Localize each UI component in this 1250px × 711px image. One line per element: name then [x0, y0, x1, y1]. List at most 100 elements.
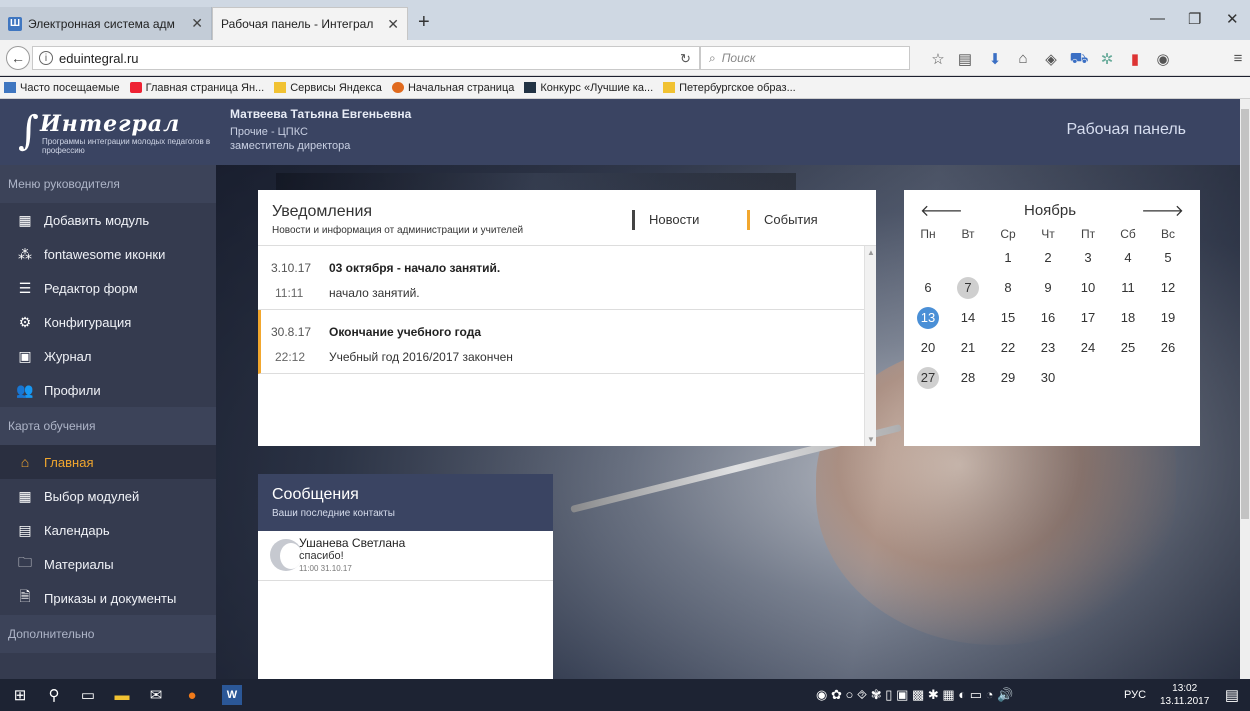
- reload-icon[interactable]: ↻: [680, 51, 691, 67]
- calendar-day[interactable]: 28: [954, 366, 982, 390]
- notification-title: Окончание учебного года: [329, 325, 481, 339]
- sidebar-item[interactable]: ☰ Редактор форм: [0, 271, 216, 305]
- calendar-day[interactable]: 23: [1034, 336, 1062, 360]
- minimize-window-icon[interactable]: —: [1150, 10, 1165, 27]
- address-bar[interactable]: i eduintegral.ru: [32, 46, 700, 70]
- restore-window-icon[interactable]: ❐: [1188, 10, 1201, 28]
- calendar-day[interactable]: 10: [1074, 276, 1102, 300]
- site-info-icon[interactable]: i: [39, 51, 53, 65]
- back-button[interactable]: ←: [6, 46, 30, 70]
- extension-icon[interactable]: ✲: [1097, 50, 1117, 68]
- flag-extension-icon[interactable]: ▮: [1125, 50, 1145, 68]
- scroll-up-icon[interactable]: ▲: [867, 248, 875, 257]
- mail-icon[interactable]: ✉: [146, 685, 166, 705]
- sidebar-item[interactable]: ⌂ Главная: [0, 445, 216, 479]
- sidebar-item[interactable]: 🗎 Приказы и документы: [0, 581, 216, 615]
- calendar-day[interactable]: 6: [914, 276, 942, 300]
- bookmark-star-icon[interactable]: ☆: [928, 50, 948, 68]
- sidebar-item-label: Редактор форм: [44, 280, 138, 296]
- logo-subtitle: Программы интеграции молодых педагогов в…: [42, 137, 211, 155]
- blue-bookmark-icon: [4, 82, 16, 93]
- next-month-arrow-icon[interactable]: 🡒: [1141, 200, 1184, 221]
- calendar-day[interactable]: 21: [954, 336, 982, 360]
- browser-nav-bar: ← i eduintegral.ru ↻ ⌕ Поиск ☆ ▤ ⬇ ⌂ ◈ ⛟…: [0, 40, 1250, 76]
- bookmark-yandex-services[interactable]: Сервисы Яндекса: [274, 82, 382, 94]
- sidebar-item[interactable]: ⚙ Конфигурация: [0, 305, 216, 339]
- calendar-day[interactable]: 4: [1114, 246, 1142, 270]
- firefox-icon[interactable]: ●: [182, 685, 202, 705]
- sidebar-item[interactable]: 👥 Профили: [0, 373, 216, 407]
- sidebar-item[interactable]: ▣ Журнал: [0, 339, 216, 373]
- calendar-day[interactable]: 12: [1154, 276, 1182, 300]
- bookmark-yandex-home[interactable]: Главная страница Ян...: [129, 82, 264, 94]
- tab-events[interactable]: События: [747, 210, 818, 230]
- tab-news[interactable]: Новости: [632, 210, 699, 230]
- downloads-icon[interactable]: ⬇: [985, 50, 1005, 68]
- calendar-day[interactable]: 26: [1154, 336, 1182, 360]
- bookmarks-library-icon[interactable]: ▤: [955, 50, 975, 68]
- windows-start-icon[interactable]: ⊞: [10, 685, 30, 705]
- message-contact-item[interactable]: Ушанева Светлана спасибо! 11:00 31.10.17: [258, 531, 553, 581]
- sidebar-item[interactable]: ▦ Выбор модулей: [0, 479, 216, 513]
- page-scrollbar-thumb[interactable]: [1241, 109, 1249, 519]
- language-indicator[interactable]: РУС: [1124, 689, 1146, 701]
- browser-search-input[interactable]: ⌕ Поиск: [700, 46, 910, 70]
- notification-item[interactable]: 30.8.17 Окончание учебного года 22:12 Уч…: [258, 310, 876, 374]
- calendar-day[interactable]: 9: [1034, 276, 1062, 300]
- bookmark-start-page[interactable]: Начальная страница: [391, 82, 514, 94]
- hamburger-menu-icon[interactable]: ≡: [1228, 50, 1248, 67]
- calendar-day[interactable]: 25: [1114, 336, 1142, 360]
- calendar-day[interactable]: 2: [1034, 246, 1062, 270]
- calendar-day[interactable]: 30: [1034, 366, 1062, 390]
- sidebar-item[interactable]: ▤ Календарь: [0, 513, 216, 547]
- calendar-day[interactable]: 3: [1074, 246, 1102, 270]
- word-icon[interactable]: W: [222, 685, 242, 705]
- calendar-day[interactable]: 8: [994, 276, 1022, 300]
- calendar-day[interactable]: 24: [1074, 336, 1102, 360]
- calendar-day[interactable]: 27: [914, 366, 942, 390]
- tray-icons[interactable]: ◉ ✿ ○ ⯑ ✾ ▯ ▣ ▩ ✱ ▦ ◐ ▭ ◔ 🔊: [816, 687, 1013, 703]
- bookmark-spb-education[interactable]: Петербургское образ...: [663, 82, 796, 94]
- close-window-icon[interactable]: ✕: [1226, 10, 1239, 28]
- bookmark-frequent[interactable]: Часто посещаемые: [4, 82, 120, 94]
- settings-extension-icon[interactable]: ◉: [1153, 50, 1173, 68]
- search-icon[interactable]: ⚲: [44, 685, 64, 705]
- sidebar-item[interactable]: 🗀 Материалы: [0, 547, 216, 581]
- taskbar-clock[interactable]: 13:02 13.11.2017: [1160, 682, 1209, 708]
- notification-item[interactable]: 3.10.17 03 октября - начало занятий. 11:…: [258, 246, 876, 310]
- calendar-day[interactable]: 15: [994, 306, 1022, 330]
- page-scrollbar[interactable]: [1240, 99, 1250, 679]
- sidebar-item[interactable]: ⁂ fontawesome иконки: [0, 237, 216, 271]
- prev-month-arrow-icon[interactable]: 🡐: [920, 200, 963, 221]
- pocket-icon[interactable]: ◈: [1041, 50, 1061, 68]
- browser-tab-dashboard[interactable]: Рабочая панель - Интеграл ✕: [212, 7, 408, 40]
- file-explorer-icon[interactable]: ▬: [112, 685, 132, 705]
- tab-close-icon[interactable]: ✕: [379, 16, 399, 33]
- calendar-day-number: 26: [1160, 340, 1176, 355]
- browser-tab-admin[interactable]: Ш Электронная система адм ✕: [0, 7, 212, 40]
- calendar-day[interactable]: 1: [994, 246, 1022, 270]
- cart-extension-icon[interactable]: ⛟: [1069, 50, 1089, 69]
- calendar-day[interactable]: 19: [1154, 306, 1182, 330]
- calendar-day[interactable]: 14: [954, 306, 982, 330]
- calendar-day[interactable]: 7: [954, 276, 982, 300]
- calendar-day[interactable]: 16: [1034, 306, 1062, 330]
- calendar-day[interactable]: 17: [1074, 306, 1102, 330]
- calendar-day[interactable]: 29: [994, 366, 1022, 390]
- sidebar-item[interactable]: ▦ Добавить модуль: [0, 203, 216, 237]
- calendar-day[interactable]: 18: [1114, 306, 1142, 330]
- calendar-day[interactable]: 13: [914, 306, 942, 330]
- logo[interactable]: ∫ Интеграл Программы интеграции молодых …: [14, 107, 214, 157]
- notifications-center-icon[interactable]: ▤: [1222, 685, 1242, 705]
- tab-close-icon[interactable]: ✕: [183, 15, 203, 32]
- calendar-day[interactable]: 11: [1114, 276, 1142, 300]
- new-tab-button[interactable]: +: [418, 12, 430, 32]
- calendar-day[interactable]: 20: [914, 336, 942, 360]
- scroll-down-icon[interactable]: ▼: [867, 435, 875, 444]
- task-view-icon[interactable]: ▭: [78, 685, 98, 705]
- home-browser-icon[interactable]: ⌂: [1013, 50, 1033, 67]
- notifications-scrollbar[interactable]: ▲ ▼: [864, 246, 876, 446]
- calendar-day[interactable]: 5: [1154, 246, 1182, 270]
- bookmark-contest[interactable]: Конкурс «Лучшие ка...: [524, 82, 653, 94]
- calendar-day[interactable]: 22: [994, 336, 1022, 360]
